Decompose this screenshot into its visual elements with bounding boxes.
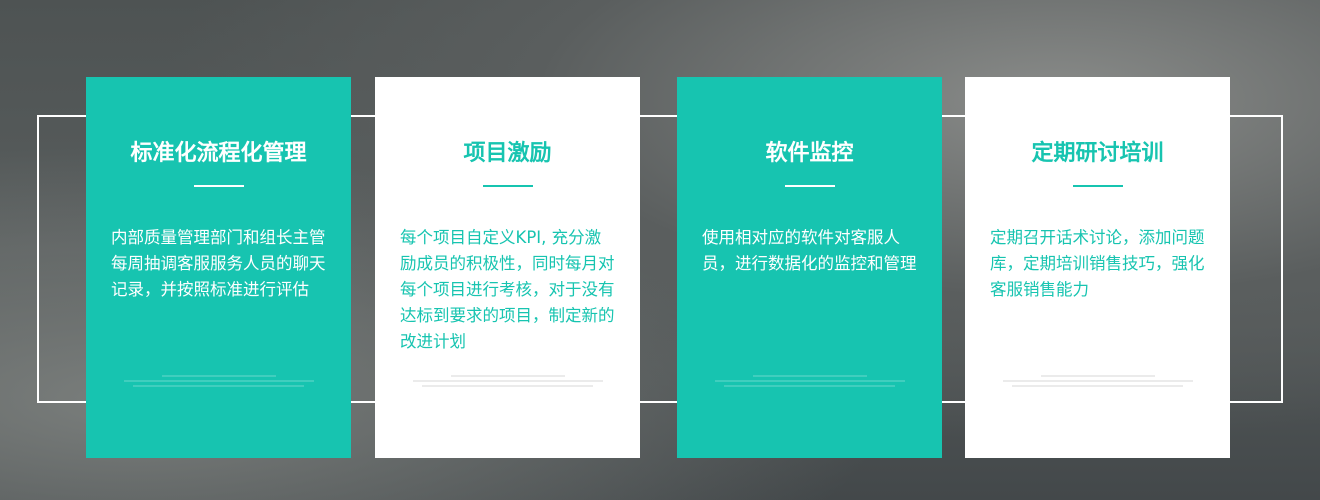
title-divider (784, 185, 835, 187)
fine-print-decoration (1002, 375, 1193, 387)
card-project-incentive: 项目激励 每个项目自定义KPI, 充分激励成员的积极性，同时每月对每个项目进行考… (375, 77, 640, 458)
card-title: 标准化流程化管理 (130, 141, 307, 166)
card-body: 使用相对应的软件对客服人员，进行数据化的监控和管理 (702, 228, 917, 273)
title-divider (1072, 185, 1123, 187)
card-title: 项目激励 (463, 141, 552, 166)
card-title: 软件监控 (765, 141, 854, 166)
title-divider (482, 185, 533, 187)
fine-print-decoration (714, 375, 905, 387)
card-title: 定期研讨培训 (1031, 141, 1164, 166)
card-training: 定期研讨培训 定期召开话术讨论，添加问题库，定期培训销售技巧，强化客服销售能力 (965, 77, 1230, 458)
card-standardization: 标准化流程化管理 内部质量管理部门和组长主管每周抽调客服服务人员的聊天记录，并按… (86, 77, 351, 458)
card-software-monitoring: 软件监控 使用相对应的软件对客服人员，进行数据化的监控和管理 (677, 77, 942, 458)
card-body: 每个项目自定义KPI, 充分激励成员的积极性，同时每月对每个项目进行考核，对于没… (400, 228, 615, 351)
title-divider (193, 185, 244, 187)
card-body: 内部质量管理部门和组长主管每周抽调客服服务人员的聊天记录，并按照标准进行评估 (111, 228, 326, 299)
card-body: 定期召开话术讨论，添加问题库，定期培训销售技巧，强化客服销售能力 (990, 228, 1205, 299)
fine-print-decoration (123, 375, 314, 387)
fine-print-decoration (412, 375, 603, 387)
